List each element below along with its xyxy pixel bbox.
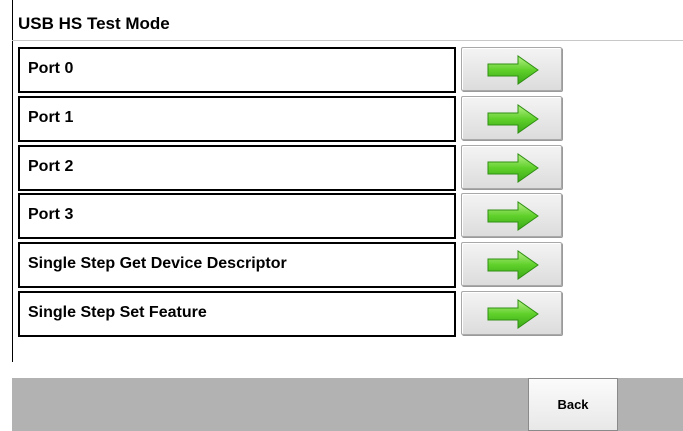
item-label: Port 0 bbox=[28, 60, 74, 77]
port-2-go-button[interactable] bbox=[461, 145, 562, 189]
back-button[interactable]: Back bbox=[528, 378, 618, 431]
item-label: Port 3 bbox=[28, 206, 74, 223]
item-label: Port 1 bbox=[28, 109, 74, 126]
title-divider bbox=[12, 40, 683, 41]
list-item-port-1: Port 1 bbox=[0, 96, 683, 142]
item-label-box: Port 3 bbox=[18, 193, 456, 239]
list-item-port-2: Port 2 bbox=[0, 145, 683, 191]
item-label-box: Single Step Set Feature bbox=[18, 291, 456, 337]
item-label: Single Step Set Feature bbox=[28, 304, 207, 321]
port-1-go-button[interactable] bbox=[461, 96, 562, 140]
page-title: USB HS Test Mode bbox=[18, 14, 170, 33]
green-arrow-right-icon bbox=[487, 201, 539, 231]
list-item-port-0: Port 0 bbox=[0, 47, 683, 93]
item-label-box: Port 1 bbox=[18, 96, 456, 142]
set-feature-go-button[interactable] bbox=[461, 291, 562, 335]
item-label-box: Port 2 bbox=[18, 145, 456, 191]
list-item-get-device-descriptor: Single Step Get Device Descriptor bbox=[0, 242, 683, 288]
port-3-go-button[interactable] bbox=[461, 193, 562, 237]
green-arrow-right-icon bbox=[487, 250, 539, 280]
port-0-go-button[interactable] bbox=[461, 47, 562, 91]
green-arrow-right-icon bbox=[487, 55, 539, 85]
get-device-descriptor-go-button[interactable] bbox=[461, 242, 562, 286]
item-label-box: Single Step Get Device Descriptor bbox=[18, 242, 456, 288]
green-arrow-right-icon bbox=[487, 104, 539, 134]
green-arrow-right-icon bbox=[487, 153, 539, 183]
item-label: Single Step Get Device Descriptor bbox=[28, 255, 287, 272]
usb-test-mode-screen: USB HS Test Mode Port 0 Port 1 Port 2 Po… bbox=[0, 0, 683, 431]
list-item-port-3: Port 3 bbox=[0, 193, 683, 239]
green-arrow-right-icon bbox=[487, 299, 539, 329]
list-item-set-feature: Single Step Set Feature bbox=[0, 291, 683, 337]
item-label-box: Port 0 bbox=[18, 47, 456, 93]
item-label: Port 2 bbox=[28, 158, 74, 175]
